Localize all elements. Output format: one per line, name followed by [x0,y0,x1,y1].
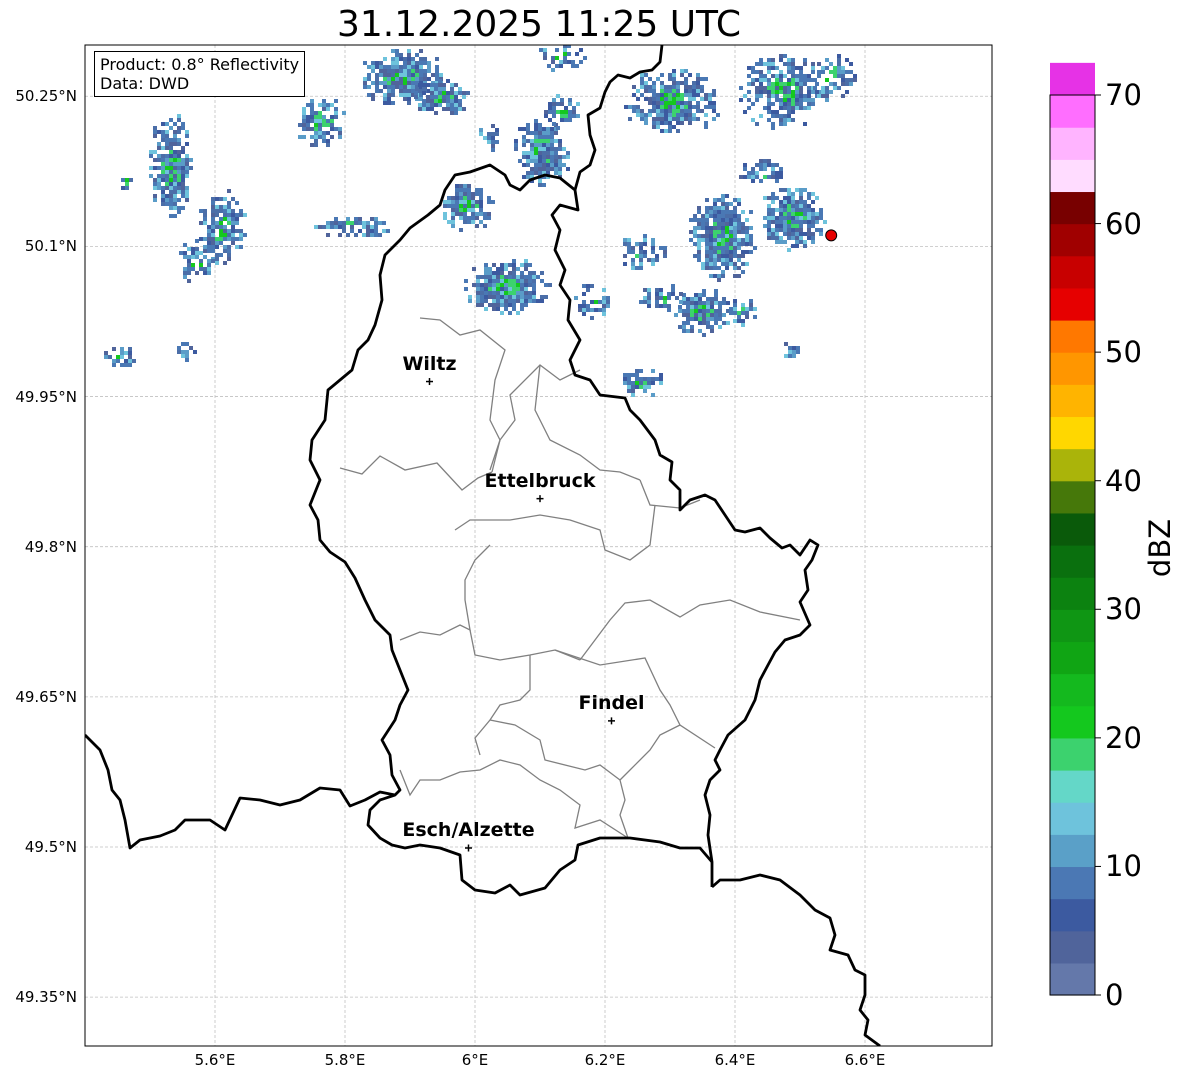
colorbar-tick-label: 40 [1105,463,1142,498]
lat-tick-label: 49.8°N [24,537,77,556]
graticule [85,45,992,1046]
colorbar-segment [1050,320,1095,353]
colorbar-segment [1050,223,1095,257]
lon-tick-label: 6.6°E [844,1051,886,1069]
colorbar-segment [1050,480,1095,514]
colorbar-segment [1050,641,1095,675]
radar-map[interactable] [0,0,1184,1081]
colorbar-tick-label: 0 [1105,978,1124,1012]
lon-tick-label: 6.4°E [714,1051,756,1069]
colorbar-segment [1050,545,1095,578]
colorbar-unit-label: dBZ [1143,518,1177,578]
lon-tick-label: 6.2°E [584,1051,626,1069]
map-frame [84,44,993,1047]
colorbar [1049,62,1101,996]
radar-site-dot [825,229,838,242]
colorbar-segment [1050,512,1095,546]
colorbar-segment [1050,191,1095,225]
colorbar-segment [1050,577,1095,610]
city-label: Wiltz [402,352,457,375]
canton-boundaries [339,317,801,839]
lat-tick-label: 49.35°N [15,988,77,1007]
colorbar-segment [1050,416,1095,450]
radar-site-marker [825,229,838,242]
lat-tick-label: 49.65°N [15,687,77,706]
colorbar-segment [1050,255,1095,289]
colorbar-segment [1050,962,1095,996]
product-label: Product: 0.8° Reflectivity [100,55,300,74]
lon-tick-label: 5.8°E [324,1051,366,1069]
colorbar-tick-label: 30 [1105,592,1142,627]
colorbar-tick-label: 70 [1105,78,1142,112]
lat-tick-label: 50.25°N [15,87,77,106]
colorbar-segment [1050,127,1095,160]
lon-tick-label: 6°E [461,1051,489,1069]
city-label: Ettelbruck [484,469,596,492]
colorbar-segment [1050,287,1095,321]
lat-tick-label: 49.5°N [24,838,77,856]
lat-tick-label: 50.1°N [24,237,77,256]
colorbar-segment [1050,448,1095,482]
data-source-label: Data: DWD [100,74,190,93]
colorbar-segment [1050,737,1095,771]
colorbar-segment [1050,866,1095,900]
colorbar-segment [1050,930,1095,964]
city-label: Esch/Alzette [402,819,535,841]
colorbar-segment [1050,609,1095,643]
colorbar-segment [1050,802,1095,835]
product-info-box: Product: 0.8° Reflectivity Data: DWD [94,51,306,97]
colorbar-segment [1050,770,1095,803]
colorbar-segment [1050,705,1095,739]
colorbar-tick-label: 60 [1105,206,1142,241]
lon-tick-label: 5.6°E [194,1051,236,1069]
colorbar-segment [1050,834,1095,868]
colorbar-segment [1050,898,1095,932]
colorbar-segment [1050,384,1095,418]
city-label: Findel [578,691,645,714]
colorbar-tick-label: 20 [1105,720,1142,755]
colorbar-tick-label: 10 [1105,849,1142,884]
colorbar-segment [1050,352,1095,385]
colorbar-tick-label: 50 [1105,335,1142,370]
colorbar-segment [1050,673,1095,707]
colorbar-segment [1050,62,1095,96]
lat-tick-label: 49.95°N [15,387,77,406]
city-markers [426,378,615,852]
colorbar-segment [1050,95,1095,128]
colorbar-segment [1050,159,1095,193]
